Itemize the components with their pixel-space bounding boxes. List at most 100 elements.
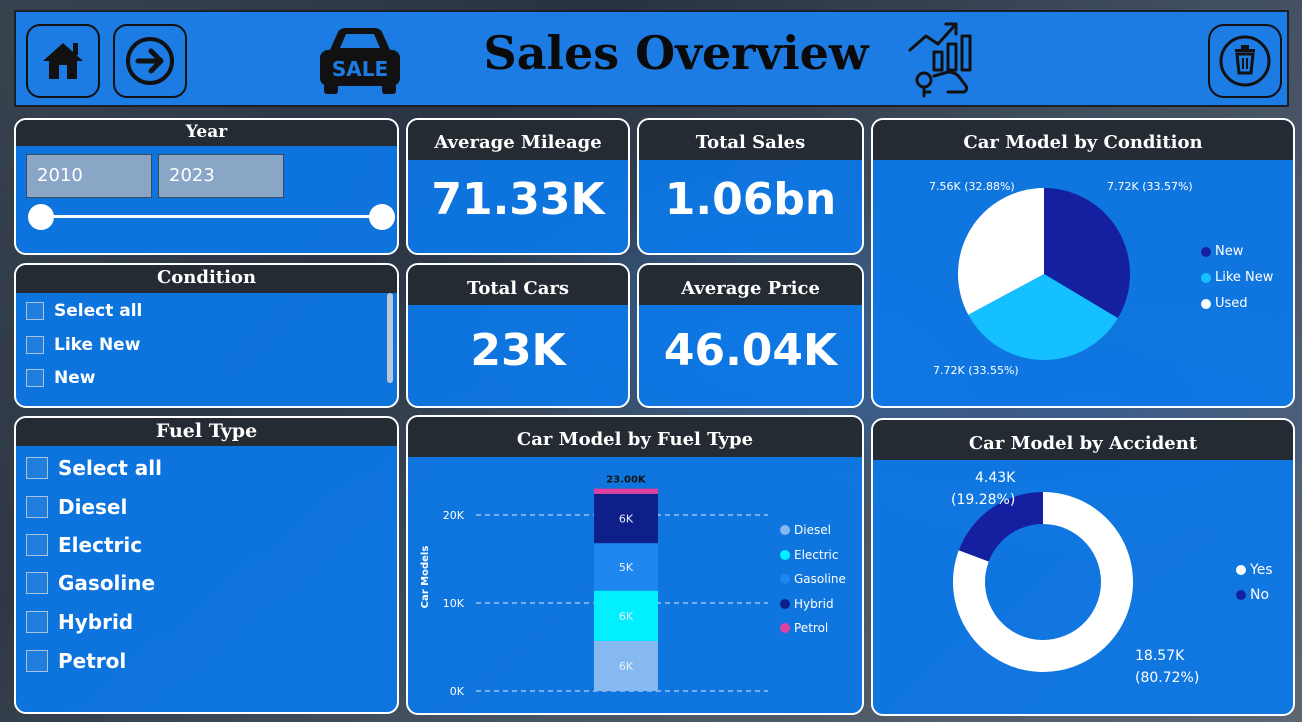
checkbox[interactable] <box>26 369 44 387</box>
condition-option-label: Select all <box>54 301 143 321</box>
y-axis-label: Car Models <box>420 546 431 609</box>
checkbox[interactable] <box>26 336 44 354</box>
pie-data-label-new: 7.72K (33.57%) <box>1107 180 1193 193</box>
legend-label: Like New <box>1215 270 1274 285</box>
home-icon <box>43 43 83 79</box>
condition-option[interactable]: Select all <box>26 301 142 321</box>
checkbox[interactable] <box>26 534 48 556</box>
fuel-option[interactable]: Petrol <box>26 649 126 673</box>
legend-label: New <box>1215 244 1244 259</box>
checkbox[interactable] <box>26 572 48 594</box>
fuel-type-slicer: Fuel Type Select all Diesel Electric Gas… <box>14 416 399 714</box>
legend-item-no[interactable]: No <box>1236 587 1269 603</box>
fuel-option[interactable]: Diesel <box>26 495 127 519</box>
kpi-value: 71.33K <box>431 174 605 225</box>
legend-item-used[interactable]: Used <box>1201 296 1248 311</box>
legend-label: Yes <box>1250 562 1273 578</box>
kpi-label: Average Price <box>639 265 862 305</box>
legend-label: Diesel <box>794 523 831 537</box>
legend-dot <box>1236 565 1246 575</box>
pie-data-label-used: 7.56K (32.88%) <box>929 180 1015 193</box>
checkbox[interactable] <box>26 650 48 672</box>
arrow-right-icon <box>126 37 174 85</box>
condition-option[interactable]: New <box>26 368 95 388</box>
end-year-input[interactable]: 2023 <box>158 154 284 198</box>
sales-growth-icon <box>908 22 972 98</box>
legend-item-like-new[interactable]: Like New <box>1201 270 1273 285</box>
fuel-option-label: Petrol <box>58 649 127 673</box>
legend-item-electric[interactable]: Electric <box>780 548 838 562</box>
legend-label: No <box>1250 587 1270 603</box>
fuel-option-label: Select all <box>58 456 162 480</box>
legend-dot <box>780 550 790 560</box>
y-tick-label: 10K <box>443 597 465 610</box>
fuel-option[interactable]: Electric <box>26 533 142 557</box>
year-slider-track[interactable] <box>42 215 382 218</box>
kpi-label: Total Sales <box>639 120 862 160</box>
start-year-input[interactable]: 2010 <box>26 154 152 198</box>
year-slider-end-handle[interactable] <box>369 204 395 230</box>
kpi-label: Total Cars <box>408 265 628 305</box>
clear-filters-button[interactable] <box>1208 24 1282 98</box>
legend-label: Petrol <box>794 621 829 635</box>
fuel-option[interactable]: Gasoline <box>26 571 155 595</box>
condition-slicer: Condition Select all Like New New <box>14 263 399 408</box>
kpi-total-sales: Total Sales 1.06bn <box>637 118 864 255</box>
donut-data-label-no-value: 4.43K <box>975 470 1016 486</box>
legend-item-petrol[interactable]: Petrol <box>780 621 828 635</box>
kpi-value: 1.06bn <box>664 174 837 225</box>
legend-item-hybrid[interactable]: Hybrid <box>780 597 834 611</box>
legend-item-new[interactable]: New <box>1201 244 1243 259</box>
legend-label: Used <box>1215 296 1248 311</box>
fuel-option-label: Gasoline <box>58 571 156 595</box>
year-slider-start-handle[interactable] <box>28 204 54 230</box>
legend-label: Hybrid <box>794 597 834 611</box>
fuel-option-label: Hybrid <box>58 610 134 634</box>
header-bar: SALE Sales Overview <box>14 10 1289 107</box>
checkbox[interactable] <box>26 457 48 479</box>
condition-slicer-title: Condition <box>16 265 397 293</box>
legend-label: Gasoline <box>794 572 846 586</box>
page-title: Sales Overview <box>483 26 869 80</box>
legend-item-diesel[interactable]: Diesel <box>780 523 831 537</box>
year-slicer: Year 2010 2023 <box>14 118 399 255</box>
fuel-option[interactable]: Select all <box>26 456 162 480</box>
bar-segment-petrol[interactable] <box>594 488 658 494</box>
bar-total-label: 23.00K <box>606 475 647 486</box>
condition-scrollbar[interactable] <box>387 293 393 383</box>
donut-data-label-yes-value: 18.57K <box>1135 648 1185 664</box>
fuel-type-slicer-title: Fuel Type <box>16 418 397 446</box>
legend-dot <box>1201 246 1211 257</box>
checkbox[interactable] <box>26 611 48 633</box>
checkbox[interactable] <box>26 302 44 320</box>
fuel-option-label: Diesel <box>58 495 128 519</box>
y-tick-label: 20K <box>443 509 465 522</box>
checkbox[interactable] <box>26 496 48 518</box>
legend-item-gasoline[interactable]: Gasoline <box>780 572 846 586</box>
kpi-value: 46.04K <box>663 325 838 376</box>
accident-donut-chart: 18.57K (80.72%) 4.43K (19.28%) <box>951 470 1199 686</box>
pie-data-label-like-new: 7.72K (33.55%) <box>933 364 1019 377</box>
bar-segment-label: 6K <box>619 660 634 673</box>
condition-option[interactable]: Like New <box>26 335 140 355</box>
kpi-average-price: Average Price 46.04K <box>637 263 864 408</box>
fuel-option[interactable]: Hybrid <box>26 610 133 634</box>
trash-icon <box>1219 35 1271 87</box>
donut-data-label-no-percent: (19.28%) <box>951 492 1015 508</box>
y-tick-label: 0K <box>450 685 465 698</box>
legend-dot <box>780 623 790 633</box>
legend-dot <box>1201 298 1211 309</box>
legend-item-yes[interactable]: Yes <box>1236 562 1273 578</box>
bar-segment-label: 6K <box>619 513 634 526</box>
condition-option-label: Like New <box>54 335 141 355</box>
year-slicer-title: Year <box>16 120 397 146</box>
bar-segment-label: 6K <box>619 610 634 623</box>
kpi-value: 23K <box>470 325 566 376</box>
next-page-button[interactable] <box>113 24 187 98</box>
kpi-label: Average Mileage <box>408 120 628 160</box>
kpi-average-mileage: Average Mileage 71.33K <box>406 118 630 255</box>
home-button[interactable] <box>26 24 100 98</box>
legend-dot <box>780 599 790 609</box>
pie-data-label-value: 7.56K (32.88%) <box>929 180 1015 193</box>
chart-title: Car Model by Fuel Type <box>408 417 862 457</box>
